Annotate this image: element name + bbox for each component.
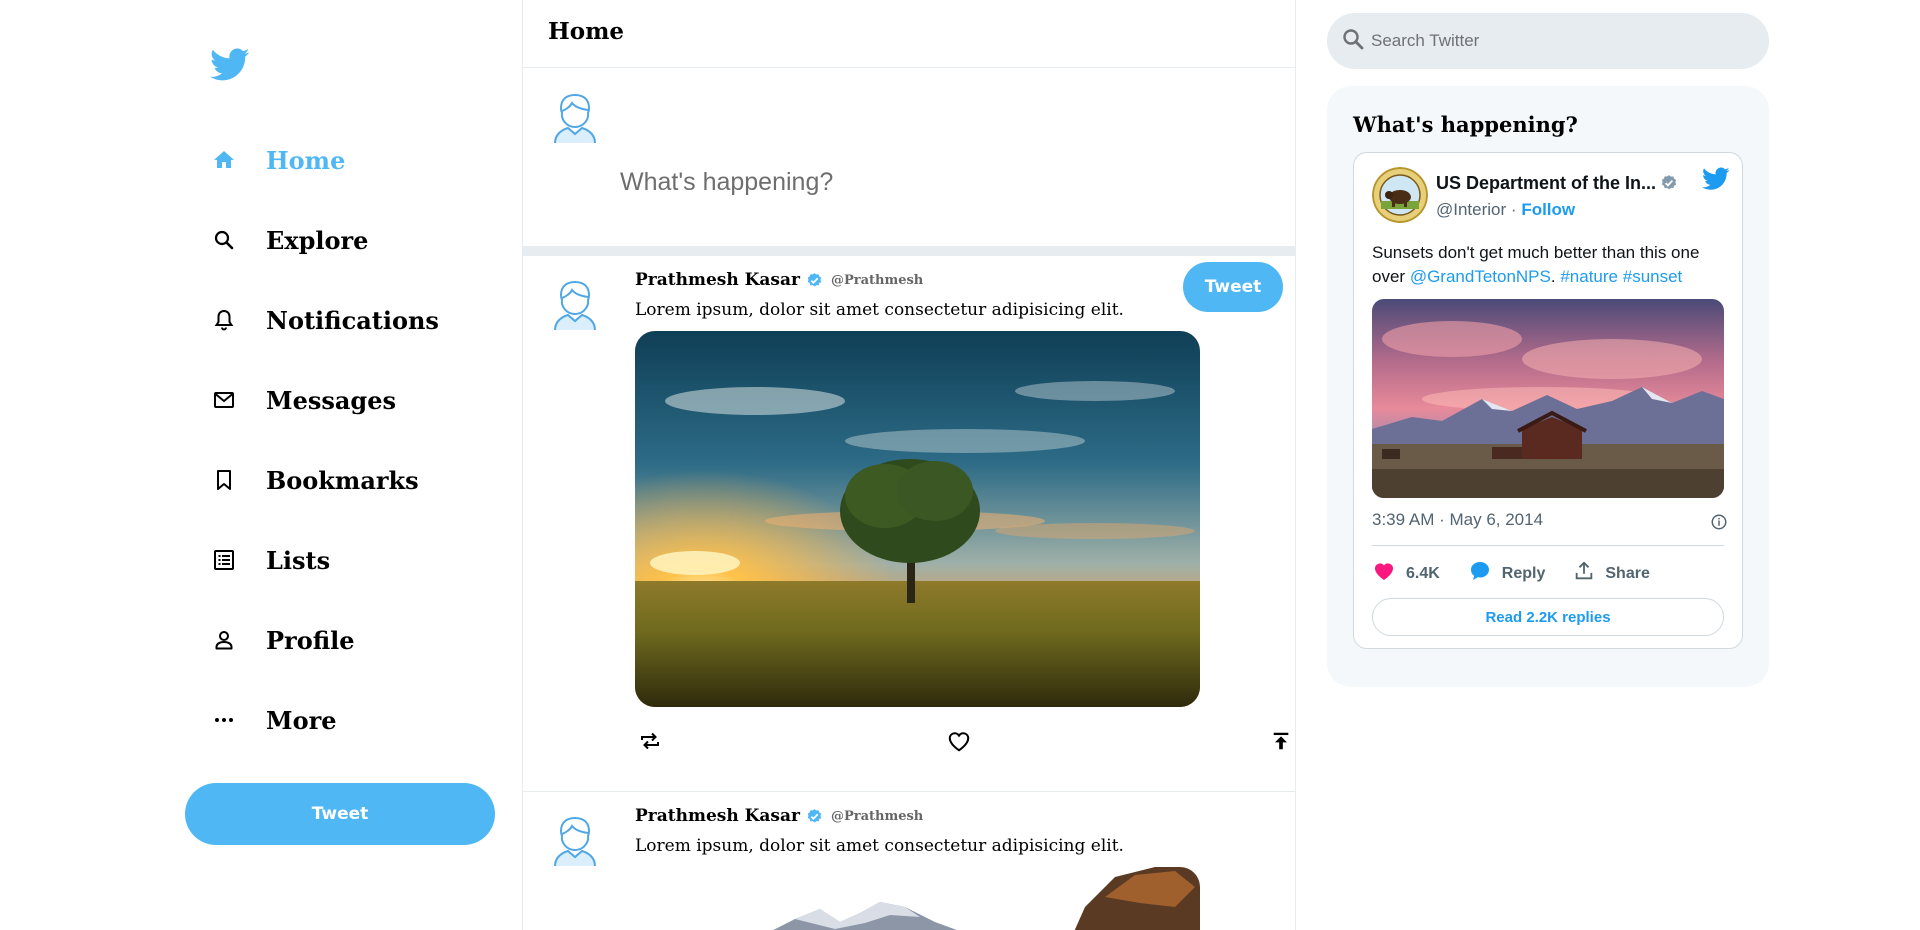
post-actions [635,726,1295,756]
feed-header: Home [523,0,1295,68]
hashtag-link[interactable]: #sunset [1623,267,1683,286]
embed-separator: · [1510,200,1517,219]
share-icon [1573,560,1595,587]
verified-badge-icon [1660,174,1678,192]
compose-input[interactable] [620,168,1180,197]
avatar [553,93,597,148]
tweet-post: Prathmesh Kasar @Prathmesh Lorem ipsum, … [523,792,1295,930]
speech-bubble-icon [1468,559,1492,588]
verified-badge-icon [806,808,823,825]
post-handle: @Prathmesh [830,272,924,288]
sidebar-item-home[interactable]: Home [210,120,510,200]
like-count: 6.4K [1406,564,1440,582]
embed-handle[interactable]: @Interior [1436,200,1506,219]
avatar [553,816,597,871]
twitter-bird-icon[interactable] [210,48,250,82]
sidebar-item-profile[interactable]: Profile [210,600,510,680]
post-text: Lorem ipsum, dolor sit amet consectetur … [635,836,1124,856]
sidebar-nav: Home Explore Notifications Messages Book… [210,120,510,760]
sidebar-item-label: Lists [266,545,331,575]
search-icon [210,226,238,254]
feed: Home Tweet Prathmesh Kasar @Prathmesh Lo… [522,0,1296,930]
post-header: Prathmesh Kasar @Prathmesh [635,806,923,826]
embed-actions: 6.4K Reply Share [1372,559,1678,588]
hashtag-link[interactable]: #nature [1560,267,1618,286]
search-input[interactable] [1371,31,1751,51]
sidebar-item-label: Bookmarks [266,465,419,495]
sidebar: Home Explore Notifications Messages Book… [185,0,515,930]
mountains-photo[interactable] [635,867,1200,930]
post-header: Prathmesh Kasar @Prathmesh [635,270,923,290]
post-author-name[interactable]: Prathmesh Kasar [635,806,800,826]
embed-tweet-text: Sunsets don't get much better than this … [1372,241,1728,289]
bookmark-icon [210,466,238,494]
heart-icon[interactable] [944,726,974,756]
avatar [553,280,597,335]
embed-account-name[interactable]: US Department of the In... [1436,173,1678,194]
post-author-name[interactable]: Prathmesh Kasar [635,270,800,290]
mention-link[interactable]: @GrandTetonNPS [1410,267,1551,286]
tweet-post: Prathmesh Kasar @Prathmesh Lorem ipsum, … [523,256,1295,792]
share-label: Share [1605,564,1650,582]
sidebar-item-label: Profile [266,625,355,655]
like-button[interactable]: 6.4K [1372,559,1440,588]
sidebar-item-notifications[interactable]: Notifications [210,280,510,360]
search-icon [1341,27,1365,55]
embedded-tweet: US Department of the In... @Interior · F… [1353,152,1743,649]
info-icon[interactable] [1710,513,1728,536]
share-button[interactable]: Share [1573,560,1650,587]
widget-title: What's happening? [1353,112,1578,137]
twitter-bird-icon[interactable] [1702,167,1730,196]
sidebar-item-messages[interactable]: Messages [210,360,510,440]
mail-icon [210,386,238,414]
sidebar-item-lists[interactable]: Lists [210,520,510,600]
heart-icon [1372,559,1396,588]
sidebar-item-more[interactable]: More [210,680,510,760]
sidebar-item-label: Explore [266,225,369,255]
embed-handle-row: @Interior · Follow [1436,200,1575,220]
search-bar[interactable] [1327,13,1769,69]
sidebar-item-explore[interactable]: Explore [210,200,510,280]
sidebar-item-label: Home [266,145,346,175]
embed-text-period: . [1550,267,1556,286]
sidebar-item-label: More [266,705,337,735]
whats-happening-widget: What's happening? US Department of the I… [1327,86,1769,687]
verified-badge-icon [806,272,823,289]
bell-icon [210,306,238,334]
reply-label: Reply [1501,564,1546,582]
sidebar-item-bookmarks[interactable]: Bookmarks [210,440,510,520]
home-icon [210,146,238,174]
interior-seal-avatar[interactable] [1372,167,1428,223]
embed-account-name-text: US Department of the In... [1436,173,1657,193]
reply-button[interactable]: Reply [1468,559,1546,588]
divider [1372,545,1724,546]
post-handle: @Prathmesh [830,808,924,824]
follow-link[interactable]: Follow [1521,200,1575,219]
tree-sunset-photo[interactable] [635,331,1200,707]
sidebar-item-label: Messages [266,385,396,415]
read-replies-button[interactable]: Read 2.2K replies [1372,598,1724,636]
tweet-compose-box: Tweet [523,68,1295,312]
barn-mountains-photo[interactable] [1372,299,1724,498]
more-icon [210,706,238,734]
page-title: Home [548,18,625,45]
person-icon [210,626,238,654]
embed-timestamp[interactable]: 3:39 AM · May 6, 2014 [1372,510,1543,530]
list-icon [210,546,238,574]
sidebar-item-label: Notifications [266,305,439,335]
upload-icon[interactable] [1266,726,1295,756]
post-text: Lorem ipsum, dolor sit amet consectetur … [635,300,1124,320]
sidebar-tweet-button[interactable]: Tweet [185,783,495,845]
retweet-icon[interactable] [635,726,665,756]
